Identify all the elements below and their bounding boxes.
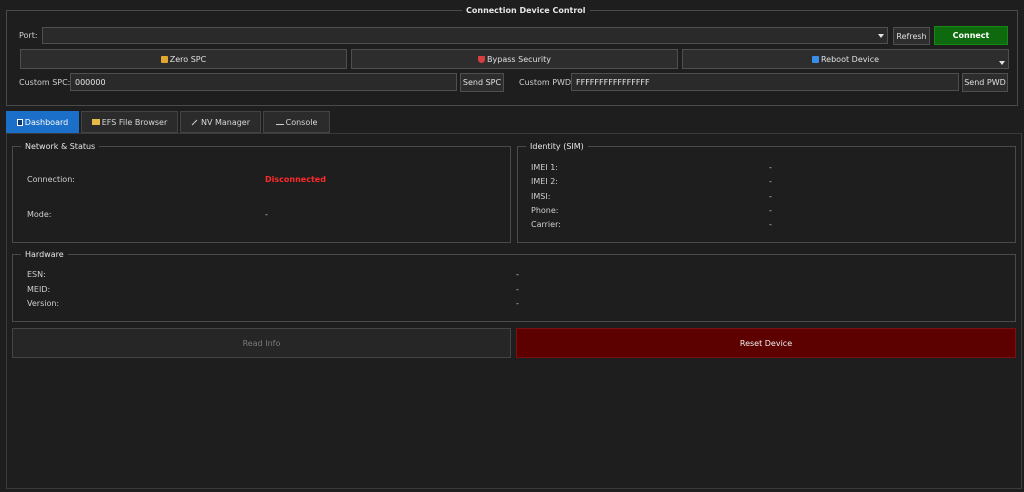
meid-label: MEID: — [27, 285, 51, 294]
port-dropdown-icon[interactable] — [878, 34, 884, 38]
connection-status-value: Disconnected — [265, 175, 326, 184]
folder-icon — [91, 119, 100, 125]
mode-label: Mode: — [27, 210, 52, 219]
phone-label: Phone: — [531, 206, 559, 215]
custom-spc-input[interactable]: 000000 — [70, 73, 457, 91]
connection-group-title: Connection Device Control — [462, 5, 590, 16]
pen-icon — [191, 119, 198, 125]
network-status-group: Network & Status — [12, 141, 511, 243]
dashboard-icon — [16, 118, 23, 126]
connection-label: Connection: — [27, 175, 75, 184]
imsi-value: - — [769, 192, 772, 201]
reboot-device-button[interactable]: Reboot Device — [682, 49, 1009, 69]
shield-icon — [478, 55, 486, 63]
phone-value: - — [769, 206, 772, 215]
imei1-value: - — [769, 163, 772, 172]
esn-value: - — [516, 270, 519, 279]
esn-label: ESN: — [27, 270, 46, 279]
mode-value: - — [265, 210, 268, 219]
tab-efs-file-browser[interactable]: EFS File Browser — [81, 111, 178, 133]
send-pwd-button[interactable]: Send PWD — [962, 73, 1008, 92]
tab-console[interactable]: Console — [263, 111, 330, 133]
imsi-label: IMSI: — [531, 192, 551, 201]
network-status-title: Network & Status — [21, 141, 100, 152]
identity-sim-title: Identity (SIM) — [526, 141, 588, 152]
identity-sim-group: Identity (SIM) — [517, 141, 1016, 243]
version-value: - — [516, 299, 519, 308]
tab-dashboard[interactable]: Dashboard — [6, 111, 79, 133]
version-label: Version: — [27, 299, 60, 308]
tab-efs-label: EFS File Browser — [101, 117, 168, 127]
port-select[interactable] — [42, 27, 888, 44]
port-label: Port: — [19, 31, 38, 40]
tab-dashboard-label: Dashboard — [24, 117, 69, 127]
lock-icon — [160, 55, 168, 63]
carrier-value: - — [769, 220, 772, 229]
custom-pwd-input[interactable]: FFFFFFFFFFFFFFFF — [571, 73, 959, 91]
custom-pwd-value: FFFFFFFFFFFFFFFF — [576, 77, 650, 87]
hardware-group: Hardware — [12, 249, 1016, 322]
refresh-button[interactable]: Refresh — [893, 27, 930, 45]
meid-value: - — [516, 285, 519, 294]
tab-console-label: Console — [285, 117, 318, 127]
reboot-device-label: Reboot Device — [820, 54, 880, 64]
connect-button[interactable]: Connect — [934, 26, 1008, 45]
imei1-label: IMEI 1: — [531, 163, 559, 172]
tab-nv-manager[interactable]: NV Manager — [180, 111, 261, 133]
reboot-dropdown-icon[interactable] — [999, 61, 1005, 65]
imei2-label: IMEI 2: — [531, 177, 559, 186]
hardware-title: Hardware — [21, 249, 68, 260]
carrier-label: Carrier: — [531, 220, 561, 229]
tab-nv-label: NV Manager — [200, 117, 251, 127]
bypass-security-label: Bypass Security — [487, 54, 551, 64]
bypass-security-button[interactable]: Bypass Security — [351, 49, 678, 69]
zero-spc-button[interactable]: Zero SPC — [20, 49, 347, 69]
custom-spc-label: Custom SPC: — [19, 78, 71, 87]
custom-pwd-label: Custom PWD: — [519, 78, 574, 87]
custom-spc-value: 000000 — [75, 77, 106, 87]
read-info-button[interactable]: Read Info — [12, 328, 511, 358]
reset-device-button[interactable]: Reset Device — [516, 328, 1016, 358]
reboot-icon — [811, 55, 819, 63]
imei2-value: - — [769, 177, 772, 186]
send-spc-button[interactable]: Send SPC — [460, 73, 504, 92]
console-icon — [275, 119, 284, 125]
zero-spc-label: Zero SPC — [169, 54, 207, 64]
